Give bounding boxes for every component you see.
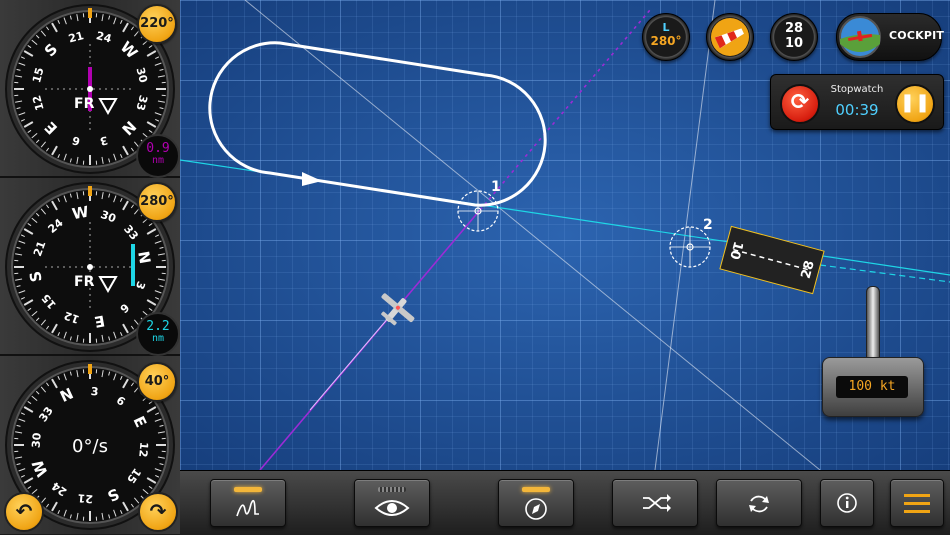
runway-select-button[interactable]: 28 10 <box>770 13 818 61</box>
trail-line <box>310 310 395 410</box>
center-label-1: FR <box>74 96 95 112</box>
waypoint-1-label: 1 <box>491 179 501 195</box>
rotate-left-button[interactable]: ↶ <box>4 492 44 532</box>
track-line-ahead <box>480 10 650 210</box>
eye-icon <box>355 480 429 526</box>
info-button[interactable] <box>820 479 874 527</box>
wind-direction-button[interactable]: L 280° <box>642 13 690 61</box>
course-line-extended <box>820 265 950 282</box>
attitude-icon <box>837 14 883 60</box>
hsi-gauge-2: W3033N36E1215S2124 FR 280° 2.2 nm <box>0 178 180 356</box>
turn-rate-label: 0°/s <box>72 436 108 457</box>
throttle-lever[interactable] <box>866 286 880 368</box>
waypoint-2-marker[interactable] <box>670 227 710 267</box>
map-view[interactable]: 1 2 10 28 L 280° <box>180 0 950 470</box>
compass-icon <box>499 480 573 526</box>
distance-value-1: 0.9 <box>138 141 178 156</box>
info-icon <box>821 480 873 526</box>
distance-unit-1: nm <box>138 155 178 166</box>
heading-badge-1[interactable]: 220° <box>137 4 177 44</box>
stopwatch-reset-button[interactable]: ⟳ <box>780 84 820 124</box>
stopwatch-time: 00:39 <box>827 101 887 119</box>
rotate-right-button[interactable]: ↷ <box>138 492 178 532</box>
shuffle-icon <box>613 480 697 526</box>
distance-readout-2: 2.2 nm <box>136 312 180 356</box>
stopwatch-pause-button[interactable]: ❚❚ <box>895 84 935 124</box>
distance-value-2: 2.2 <box>138 319 178 334</box>
cockpit-label: COCKPIT <box>889 29 944 42</box>
view-toggle-button[interactable] <box>354 479 430 527</box>
waypoint-2-label: 2 <box>703 217 713 233</box>
draw-tool-button[interactable] <box>210 479 286 527</box>
shuffle-button[interactable] <box>612 479 698 527</box>
bottom-toolbar <box>180 470 950 535</box>
turn-rate-gauge: N36E1215S2124W3033 0°/s 40° ↶ ↷ <box>0 356 180 534</box>
runway-bottom-number: 10 <box>771 36 817 51</box>
compass-tool-button[interactable] <box>498 479 574 527</box>
menu-button[interactable] <box>890 479 944 527</box>
rose-label: 12 <box>136 441 150 457</box>
scribble-icon <box>211 480 285 526</box>
windsock-button[interactable] <box>706 13 754 61</box>
windsock-icon <box>707 14 753 60</box>
center-label-2: FR <box>74 274 95 290</box>
throttle-control[interactable]: 100 kt <box>822 282 922 422</box>
heading-badge-2[interactable]: 280° <box>137 182 177 222</box>
runway[interactable]: 10 28 <box>720 226 824 293</box>
rose-label: 21 <box>77 491 93 505</box>
heading-badge-3[interactable]: 40° <box>137 362 177 402</box>
wind-letter: L <box>643 21 689 34</box>
distance-readout-1: 0.9 nm <box>136 134 180 178</box>
airplane-icon <box>372 286 421 333</box>
wind-direction-value: 280° <box>643 34 689 48</box>
refresh-icon <box>717 480 801 526</box>
waypoint-1-marker[interactable] <box>458 191 498 231</box>
runway-top-number: 28 <box>771 21 817 36</box>
reset-view-button[interactable] <box>716 479 802 527</box>
holding-arrow <box>302 172 322 186</box>
cockpit-button[interactable]: COCKPIT <box>836 13 942 61</box>
instrument-panel: 2124W3033N36E1215S FR 220° 0.9 nm W3033N… <box>0 0 180 534</box>
distance-unit-2: nm <box>138 333 178 344</box>
hsi-gauge-1: 2124W3033N36E1215S FR 220° 0.9 nm <box>0 0 180 178</box>
speed-readout: 100 kt <box>836 376 908 398</box>
hamburger-icon <box>891 480 943 526</box>
stopwatch-title: Stopwatch <box>827 84 887 95</box>
rose-label: 30 <box>30 432 44 449</box>
rose-label: 3 <box>90 385 99 399</box>
stopwatch-panel: ⟳ Stopwatch 00:39 ❚❚ <box>770 74 944 130</box>
